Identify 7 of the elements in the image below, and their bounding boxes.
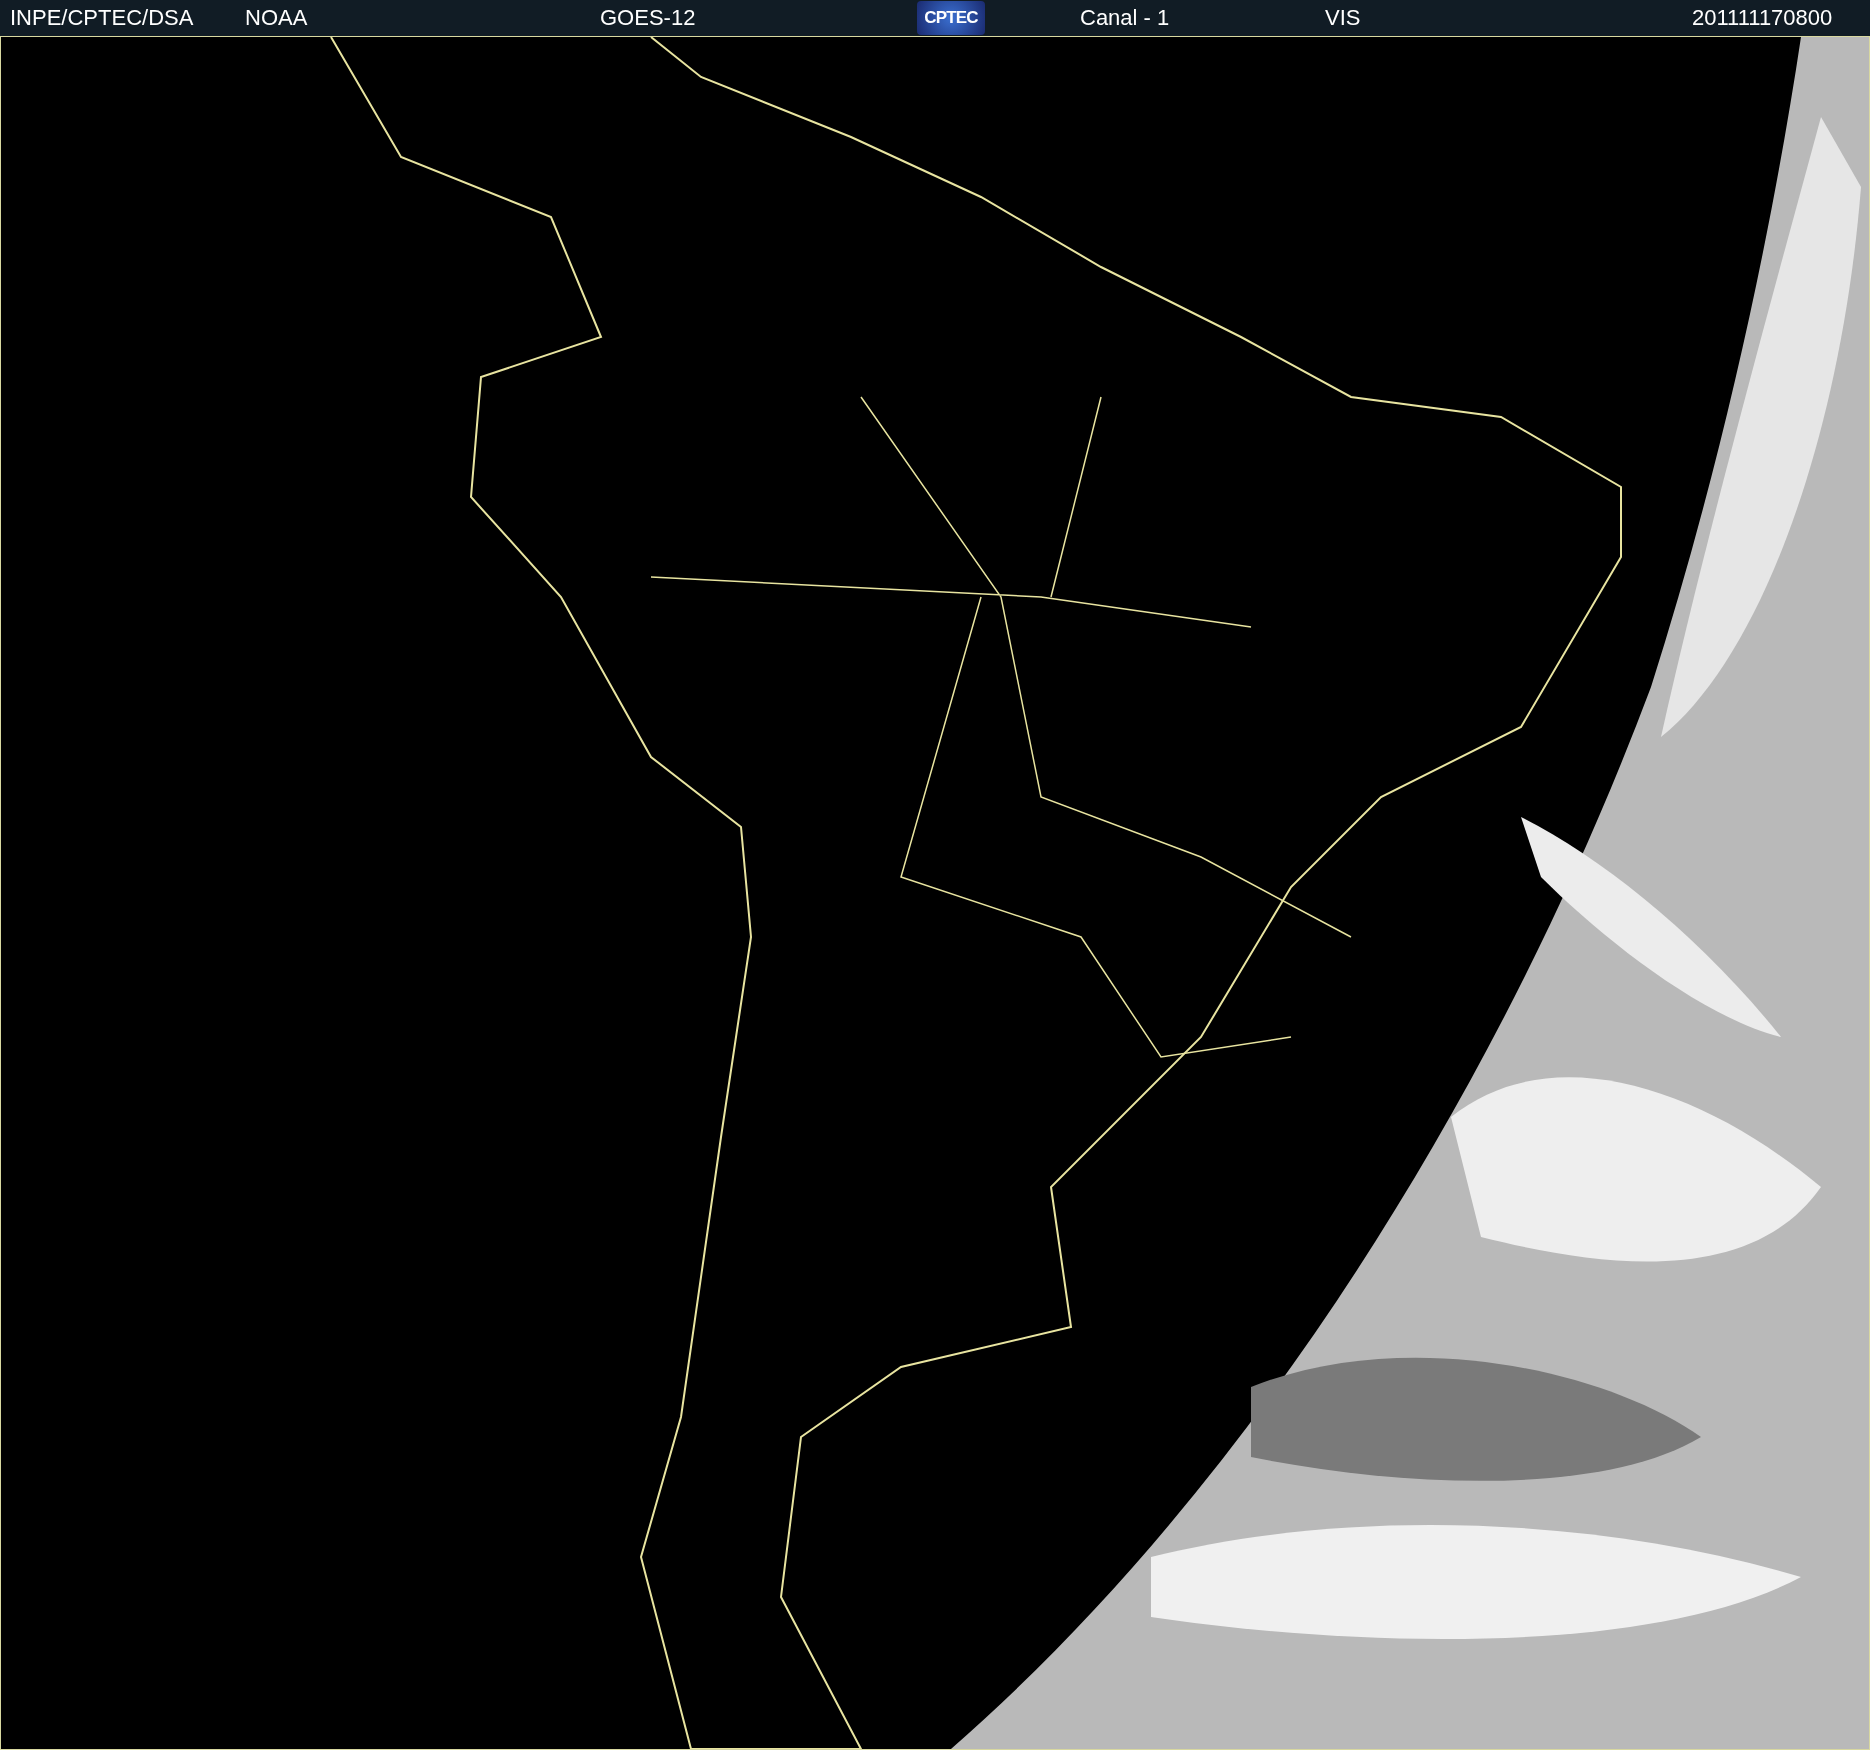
header-label: 201111170800 <box>1692 7 1833 29</box>
header-label: NOAA <box>245 7 308 29</box>
header-label: INPE/CPTEC/DSA <box>10 7 194 29</box>
header-label: GOES-12 <box>600 7 696 29</box>
header-label: VIS <box>1325 7 1361 29</box>
logo: CPTEC <box>917 1 985 35</box>
header-label: Canal - 1 <box>1080 7 1170 29</box>
